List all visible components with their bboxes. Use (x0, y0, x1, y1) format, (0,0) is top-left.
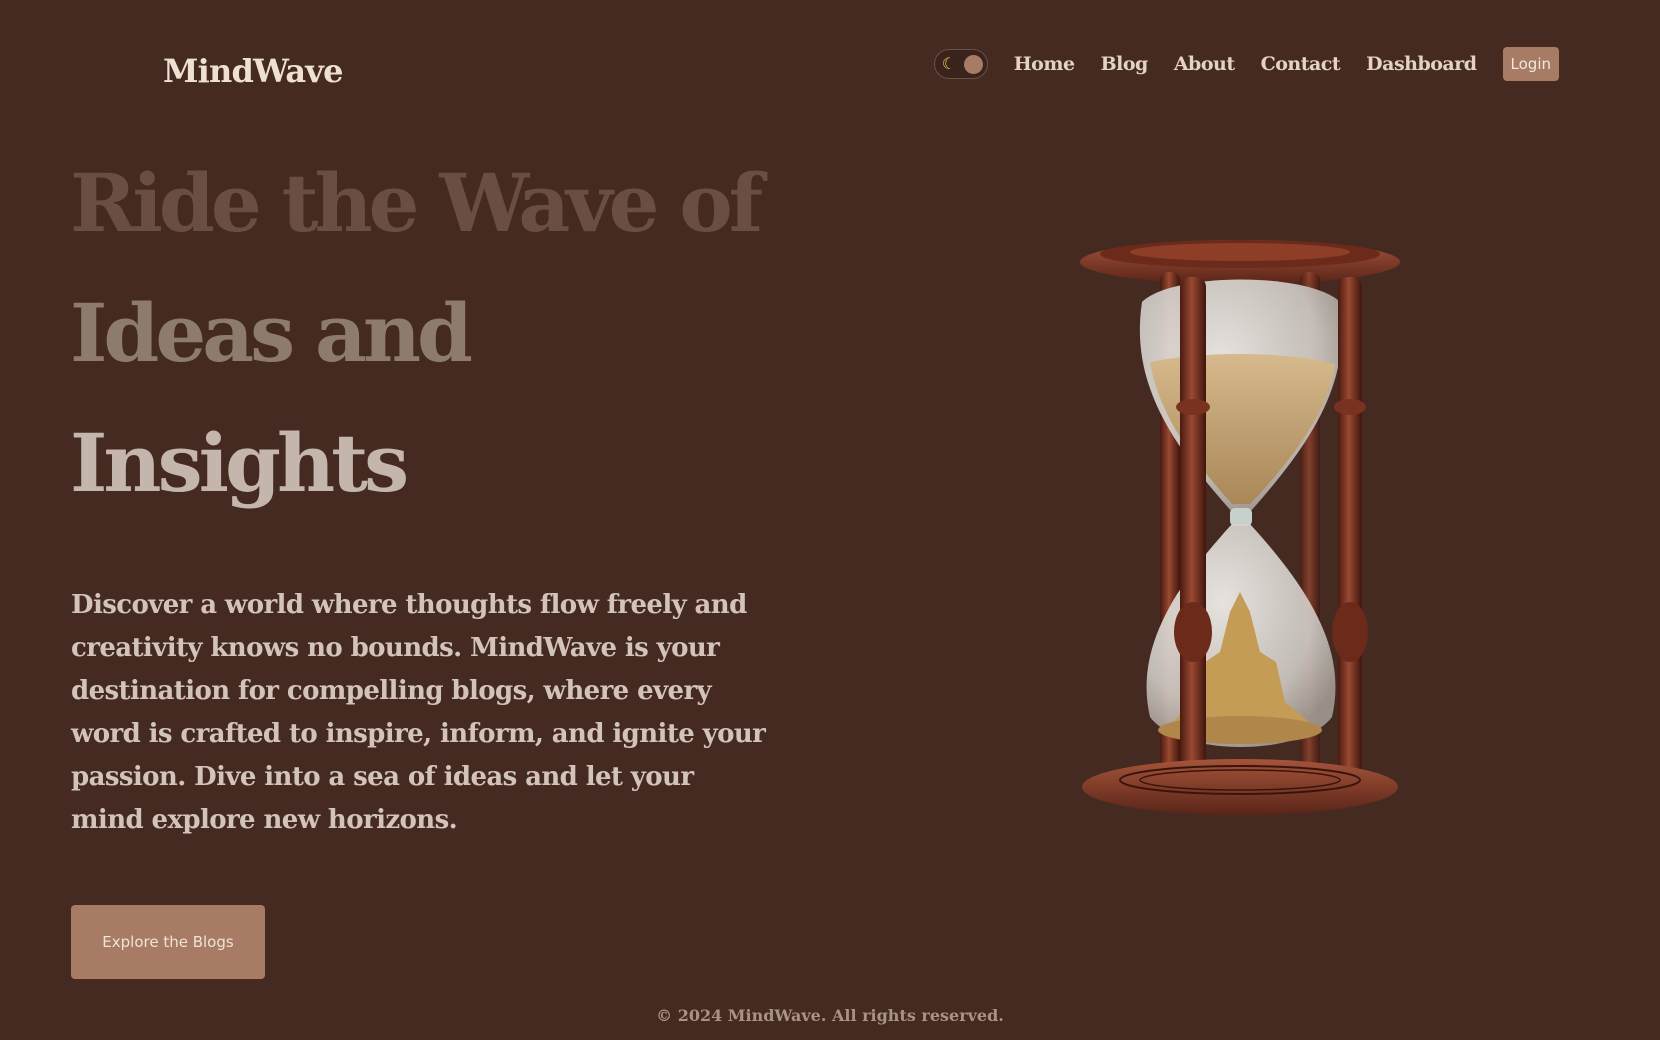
hero-title: Ride the Wave of Ideas and Insights (70, 138, 790, 528)
footer-copyright: © 2024 MindWave. All rights reserved. (656, 1006, 1004, 1025)
hero-title-line-3: Insights (70, 416, 409, 510)
nav-link-blog[interactable]: Blog (1101, 53, 1149, 75)
login-button[interactable]: Login (1502, 47, 1559, 81)
hero-description: Discover a world where thoughts flow fre… (71, 590, 766, 835)
nav-link-contact[interactable]: Contact (1261, 53, 1341, 75)
theme-toggle[interactable]: ☾ (933, 49, 988, 79)
hourglass-illustration (1080, 240, 1400, 815)
explore-blogs-button[interactable]: Explore the Blogs (71, 905, 265, 979)
hero-title-line-2: Ideas and (70, 286, 473, 380)
brand-logo[interactable]: MindWave (163, 52, 343, 90)
moon-icon: ☾ (941, 54, 957, 73)
nav-link-home[interactable]: Home (1014, 53, 1075, 75)
top-navigation: ☾ Home Blog About Contact Dashboard Logi… (933, 47, 1559, 81)
nav-link-about[interactable]: About (1174, 53, 1235, 75)
toggle-knob (963, 55, 983, 74)
hero-title-line-1: Ride the Wave of (70, 156, 763, 250)
nav-link-dashboard[interactable]: Dashboard (1366, 53, 1477, 75)
